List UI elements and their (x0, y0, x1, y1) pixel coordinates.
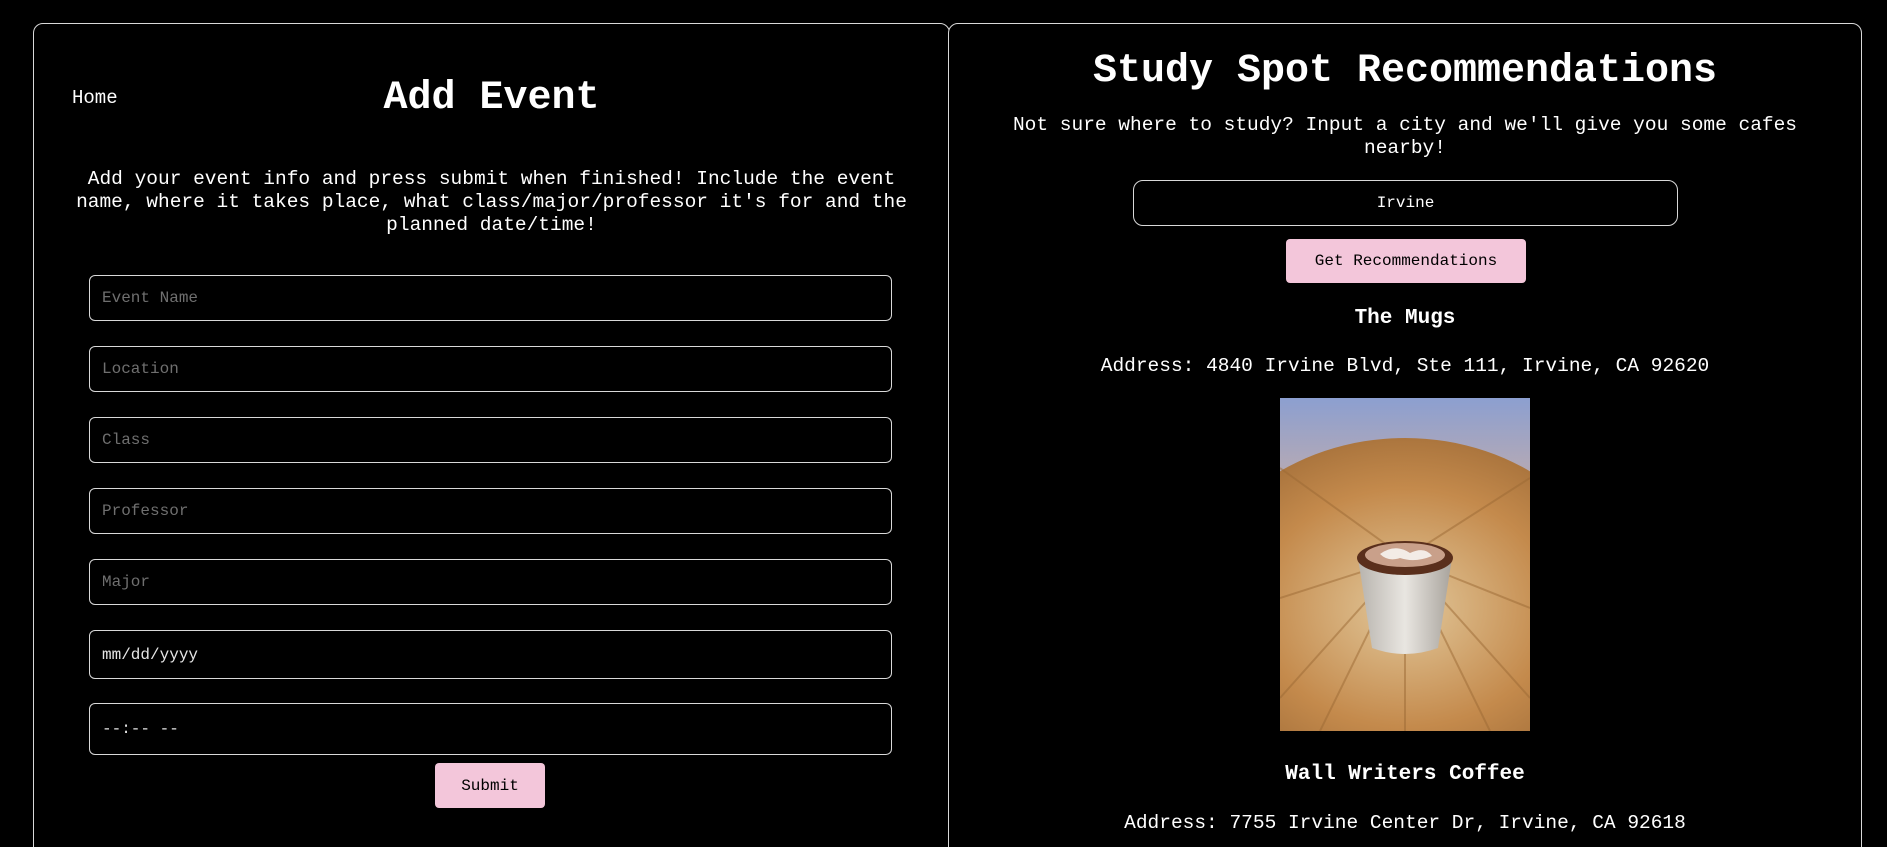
submit-button[interactable]: Submit (435, 763, 545, 808)
add-event-description: Add your event info and press submit whe… (76, 168, 907, 236)
study-spot-title: Study Spot Recommendations (1092, 49, 1718, 94)
time-placeholder: --:-- -- (102, 720, 179, 738)
time-input[interactable]: --:-- -- (89, 703, 892, 755)
major-input[interactable] (89, 559, 892, 605)
cafe-photo-coffee-cup (1280, 398, 1530, 731)
date-input[interactable]: mm/dd/yyyy (89, 630, 892, 679)
city-input[interactable] (1133, 180, 1678, 226)
page: Home Add Event Add your event info and p… (0, 0, 1887, 847)
cafe-address: Address: 4840 Irvine Blvd, Ste 111, Irvi… (1100, 355, 1710, 377)
date-placeholder: mm/dd/yyyy (102, 645, 199, 664)
professor-input[interactable] (89, 488, 892, 534)
add-event-panel: Home Add Event Add your event info and p… (33, 23, 950, 847)
cafe-name: The Mugs (1354, 307, 1456, 330)
get-recommendations-button[interactable]: Get Recommendations (1286, 239, 1526, 283)
event-name-input[interactable] (89, 275, 892, 321)
add-event-title: Add Event (383, 76, 600, 121)
study-spot-panel: Study Spot Recommendations Not sure wher… (948, 23, 1862, 847)
class-input[interactable] (89, 417, 892, 463)
location-input[interactable] (89, 346, 892, 392)
cafe-name: Wall Writers Coffee (1285, 763, 1525, 786)
study-spot-description: Not sure where to study? Input a city an… (1012, 114, 1798, 159)
cafe-address: Address: 7755 Irvine Center Dr, Irvine, … (1124, 812, 1686, 834)
